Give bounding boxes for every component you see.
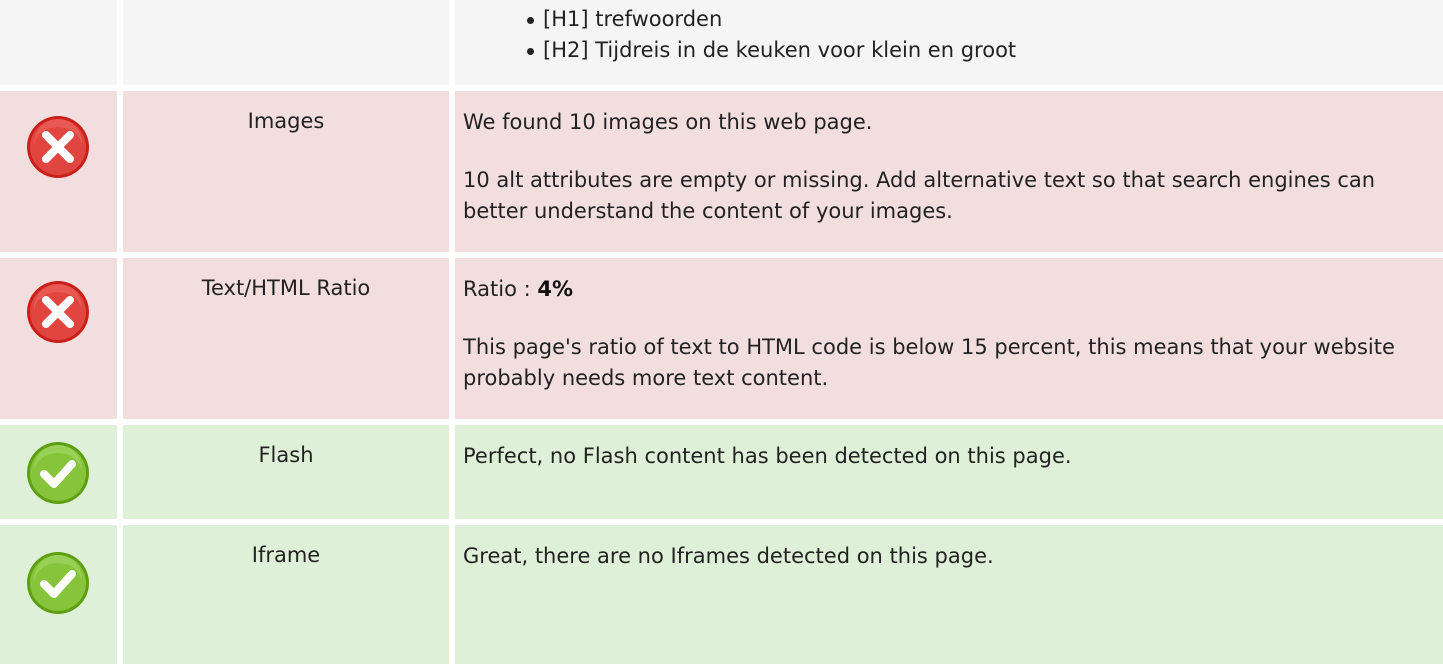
iframe-label-cell: Iframe — [123, 525, 449, 664]
row-label-flash: Flash — [258, 443, 314, 467]
images-label-cell: Images — [123, 91, 449, 252]
flash-content-cell: Perfect, no Flash content has been detec… — [455, 425, 1443, 519]
flash-row: Flash Perfect, no Flash content has been… — [0, 425, 1443, 519]
images-icon-cell — [0, 91, 117, 252]
ratio-prefix: Ratio : — [463, 277, 538, 301]
error-icon — [24, 278, 92, 346]
flash-result: Perfect, no Flash content has been detec… — [463, 444, 1072, 468]
images-summary: We found 10 images on this web page. — [463, 110, 873, 134]
iframe-row: Iframe Great, there are no Iframes detec… — [0, 525, 1443, 664]
headings-list: [H1] trefwoorden [H2] Tijdreis in de keu… — [525, 4, 1016, 66]
headings-content-cell: [H1] trefwoorden [H2] Tijdreis in de keu… — [455, 0, 1443, 85]
success-icon — [24, 439, 92, 507]
ratio-label-cell: Text/HTML Ratio — [123, 258, 449, 419]
heading-item-h2: [H2] Tijdreis in de keuken voor klein en… — [525, 35, 1016, 66]
success-icon — [24, 549, 92, 617]
row-label-iframe: Iframe — [251, 543, 321, 567]
ratio-content-cell: Ratio : 4% This page's ratio of text to … — [455, 258, 1443, 419]
ratio-row: Text/HTML Ratio Ratio : 4% This page's r… — [0, 258, 1443, 419]
iframe-content-cell: Great, there are no Iframes detected on … — [455, 525, 1443, 664]
iframe-icon-cell — [0, 525, 117, 664]
flash-icon-cell — [0, 425, 117, 519]
headings-label-cell — [123, 0, 449, 85]
row-label-ratio: Text/HTML Ratio — [201, 276, 371, 300]
headings-row: [H1] trefwoorden [H2] Tijdreis in de keu… — [0, 0, 1443, 85]
images-row: Images We found 10 images on this web pa… — [0, 91, 1443, 252]
iframe-result: Great, there are no Iframes detected on … — [463, 544, 994, 568]
ratio-icon-cell — [0, 258, 117, 419]
headings-icon-cell — [0, 0, 117, 85]
ratio-advice: This page's ratio of text to HTML code i… — [463, 335, 1395, 390]
images-content-cell: We found 10 images on this web page. 10 … — [455, 91, 1443, 252]
flash-label-cell: Flash — [123, 425, 449, 519]
row-label-images: Images — [247, 109, 325, 133]
heading-item-h1: [H1] trefwoorden — [525, 4, 1016, 35]
images-advice: 10 alt attributes are empty or missing. … — [463, 168, 1376, 223]
ratio-value-line: Ratio : 4% — [463, 274, 1403, 305]
error-icon — [24, 113, 92, 181]
ratio-value: 4% — [537, 277, 573, 301]
seo-report: [H1] trefwoorden [H2] Tijdreis in de keu… — [0, 0, 1443, 664]
